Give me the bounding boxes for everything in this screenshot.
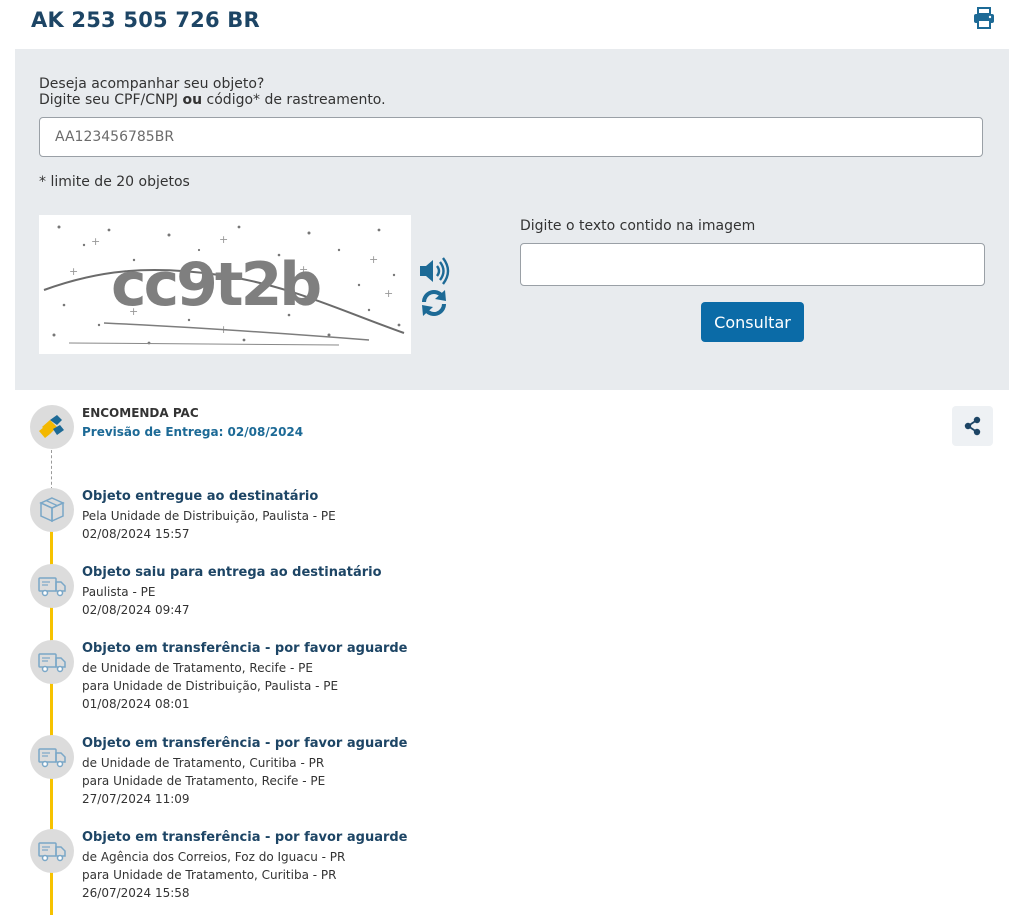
captcha-input[interactable]	[520, 243, 985, 286]
correios-logo-icon	[30, 405, 74, 449]
search-prompt: Deseja acompanhar seu objeto? Digite seu…	[39, 76, 386, 108]
captcha-text: cc9t2b	[111, 250, 320, 320]
svg-text:+: +	[91, 235, 100, 248]
event-datetime: 02/08/2024 09:47	[82, 603, 190, 617]
svg-text:+: +	[219, 233, 228, 246]
event-item: Objeto em transferência - por favor agua…	[82, 735, 408, 808]
event-item: Objeto em transferência - por favor agua…	[82, 829, 408, 902]
delivered-box-icon	[30, 488, 74, 532]
delivery-forecast: Previsão de Entrega: 02/08/2024	[82, 425, 304, 439]
svg-text:+: +	[69, 265, 78, 278]
search-panel: Deseja acompanhar seu objeto? Digite seu…	[15, 49, 1009, 390]
event-title: Objeto em transferência - por favor agua…	[82, 736, 408, 751]
event-datetime: 01/08/2024 08:01	[82, 697, 190, 711]
event-title: Objeto em transferência - por favor agua…	[82, 641, 408, 656]
event-item: Objeto saiu para entrega ao destinatário…	[82, 564, 382, 619]
captcha-image: + + + + + + + + cc9t2b	[39, 215, 411, 354]
consult-button[interactable]: Consultar	[701, 302, 804, 342]
tracking-code-title: AK 253 505 726 BR	[31, 8, 260, 32]
refresh-captcha-icon[interactable]	[419, 288, 449, 318]
event-origin: de Unidade de Tratamento, Curitiba - PR	[82, 756, 325, 770]
event-origin: de Unidade de Tratamento, Recife - PE	[82, 661, 313, 675]
event-title: Objeto entregue ao destinatário	[82, 489, 319, 504]
prompt-line-1: Deseja acompanhar seu objeto?	[39, 76, 265, 92]
event-datetime: 26/07/2024 15:58	[82, 886, 190, 900]
event-item: Objeto entregue ao destinatário Pela Uni…	[82, 488, 336, 543]
share-icon	[964, 416, 981, 436]
audio-captcha-icon[interactable]	[418, 257, 452, 285]
event-datetime: 02/08/2024 15:57	[82, 527, 190, 541]
delivery-truck-icon	[30, 735, 74, 779]
event-destination: para Unidade de Distribuição, Paulista -…	[82, 679, 339, 693]
event-destination: para Unidade de Tratamento, Curitiba - P…	[82, 868, 337, 882]
event-location: Paulista - PE	[82, 585, 156, 599]
event-destination: para Unidade de Tratamento, Recife - PE	[82, 774, 326, 788]
svg-text:+: +	[369, 253, 378, 266]
event-item: Objeto em transferência - por favor agua…	[82, 640, 408, 713]
delivery-truck-icon	[30, 564, 74, 608]
event-datetime: 27/07/2024 11:09	[82, 792, 190, 806]
timeline-dashed-line	[51, 450, 52, 490]
delivery-truck-icon	[30, 640, 74, 684]
event-title: Objeto saiu para entrega ao destinatário	[82, 565, 382, 580]
captcha-label: Digite o texto contido na imagem	[520, 218, 756, 234]
svg-text:+: +	[384, 287, 393, 300]
tracking-code-input[interactable]	[39, 117, 983, 157]
delivery-truck-icon	[30, 829, 74, 873]
event-title: Objeto em transferência - por favor agua…	[82, 830, 408, 845]
event-location: Pela Unidade de Distribuição, Paulista -…	[82, 509, 336, 523]
service-name: ENCOMENDA PAC	[82, 406, 199, 420]
print-icon[interactable]	[972, 6, 996, 30]
prompt-line-2: Digite seu CPF/CNPJ ou código* de rastre…	[39, 92, 386, 108]
share-button[interactable]	[952, 406, 993, 446]
event-origin: de Agência dos Correios, Foz do Iguacu -…	[82, 850, 346, 864]
limit-note: * limite de 20 objetos	[39, 174, 190, 190]
